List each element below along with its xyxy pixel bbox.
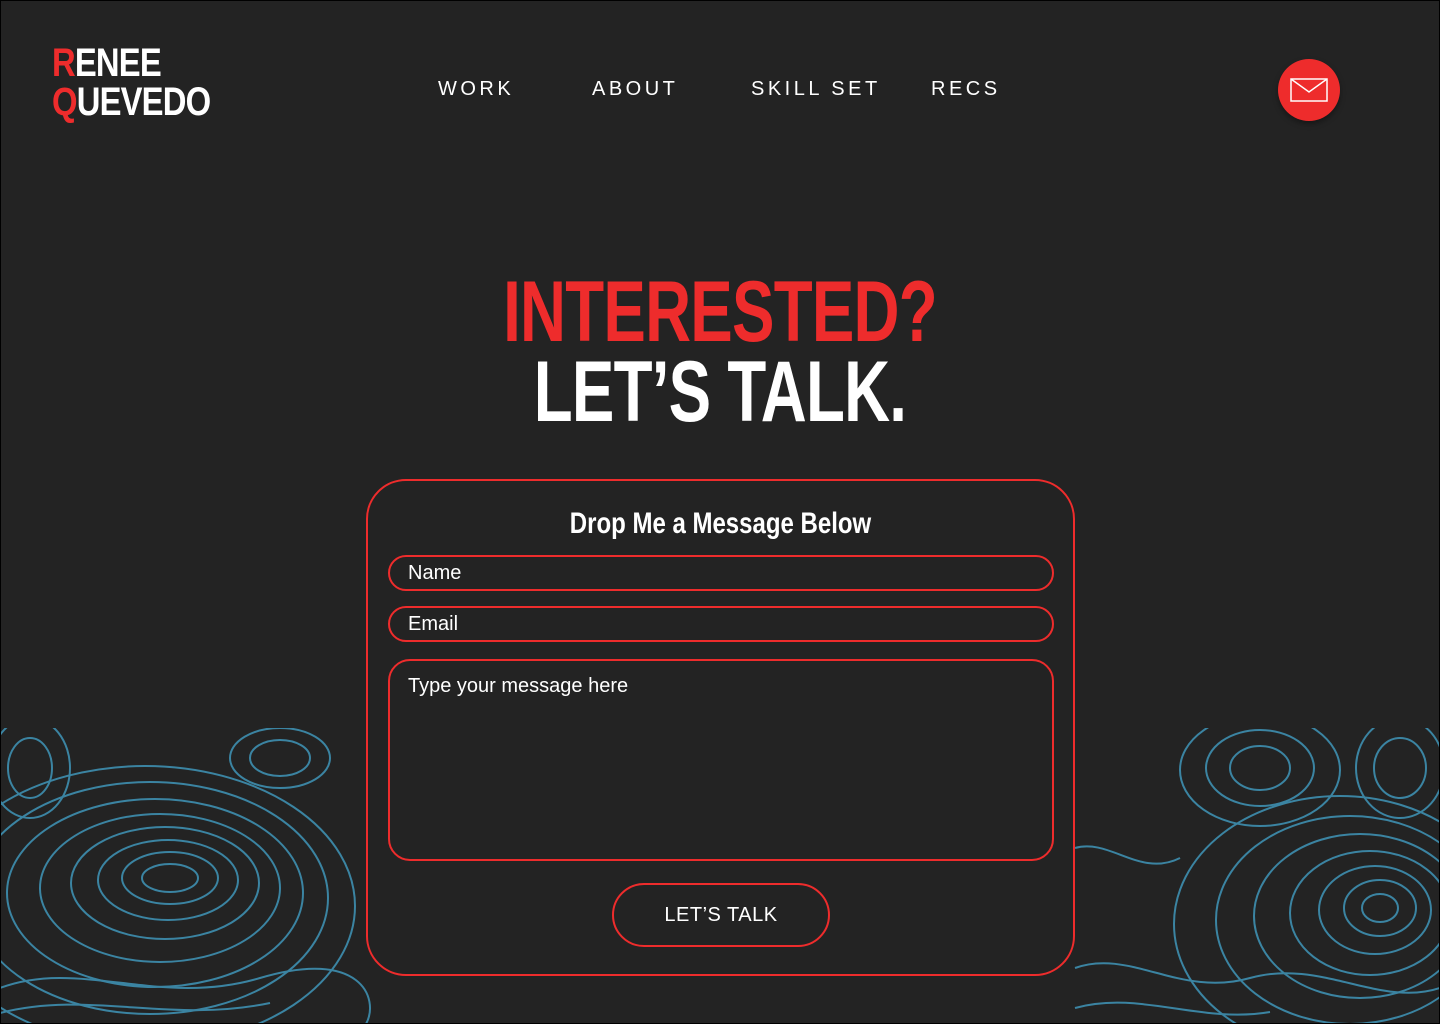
- lets-talk-button[interactable]: LET’S TALK: [612, 883, 830, 947]
- nav-item-work[interactable]: WORK: [438, 78, 514, 101]
- main-nav: WORK ABOUT SKILL SET RECS: [0, 78, 1440, 102]
- name-field[interactable]: [388, 555, 1054, 591]
- nav-item-skill-set[interactable]: SKILL SET: [751, 78, 881, 101]
- mail-button[interactable]: [1278, 59, 1340, 121]
- contact-form: Drop Me a Message Below LET’S TALK: [366, 479, 1075, 976]
- nav-item-about[interactable]: ABOUT: [592, 78, 678, 101]
- message-field[interactable]: [388, 659, 1054, 861]
- form-title: Drop Me a Message Below: [569, 507, 872, 540]
- email-field[interactable]: [388, 606, 1054, 642]
- nav-item-recs[interactable]: RECS: [931, 78, 1001, 101]
- hero-heading: INTERESTED? LET’S TALK.: [0, 264, 1440, 440]
- hero-line-lets-talk: LET’S TALK.: [533, 344, 907, 440]
- envelope-icon: [1290, 78, 1328, 102]
- hero-line-interested: INTERESTED?: [503, 264, 938, 360]
